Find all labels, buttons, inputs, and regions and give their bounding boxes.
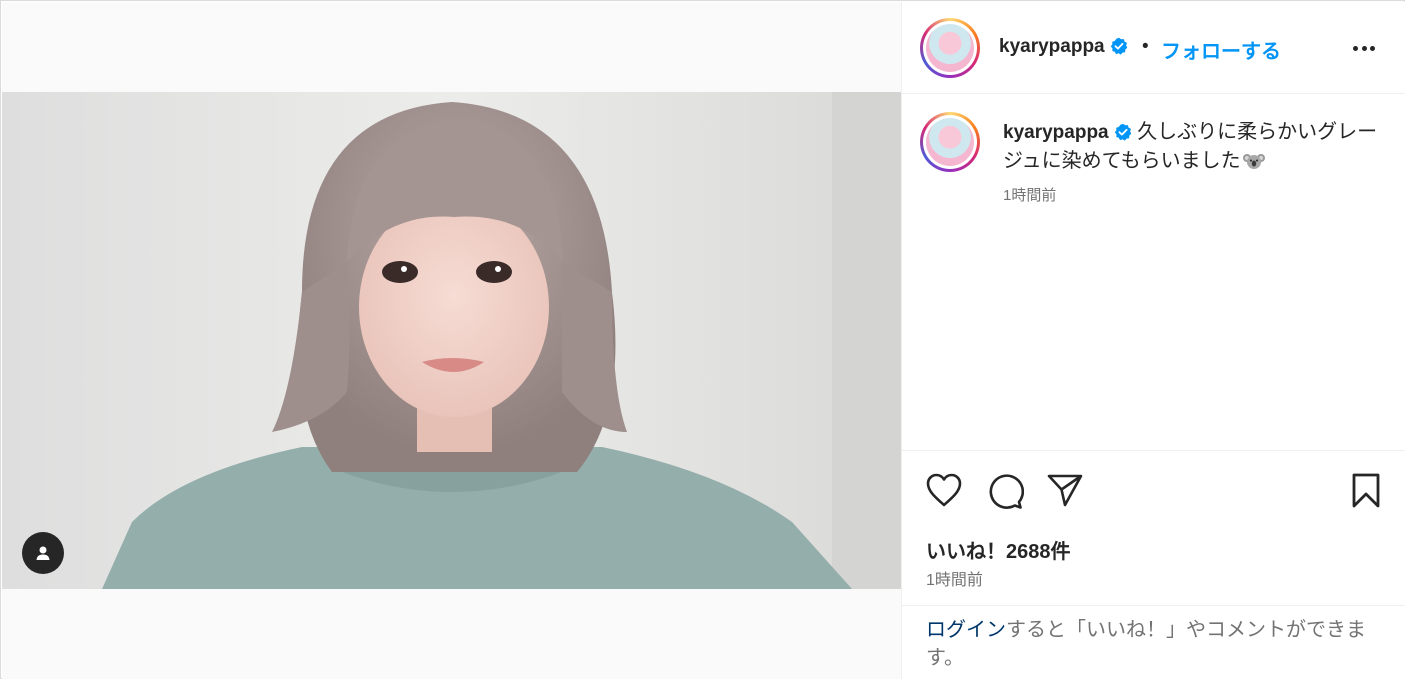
caption-author-avatar[interactable] [920,112,980,172]
post-timestamp[interactable]: 1時間前 [926,566,983,590]
avatar-image [926,24,974,72]
follow-button[interactable]: フォローする [1161,35,1281,64]
author-username-header[interactable]: kyarypappa [999,36,1128,58]
like-count[interactable]: いいね！2688件 [926,535,1071,564]
person-icon [36,546,50,560]
login-prompt: ログインすると「いいね！」やコメントができます。 [926,616,1386,672]
post-header: kyarypappa • フォローする [902,2,1405,94]
selfie-image [2,92,901,589]
post-caption: kyarypappa 久しぶりに柔らかいグレージュに染めてもらいました [1003,118,1393,176]
separator-dot: • [1142,36,1149,57]
share-paper-plane-icon[interactable] [1046,472,1084,508]
tagged-users-button[interactable] [22,532,64,574]
avatar-image [926,118,974,166]
actions-divider [902,450,1405,451]
bookmark-save-icon[interactable] [1350,472,1382,510]
username-text[interactable]: kyarypappa [999,36,1105,57]
verified-badge-icon [1110,37,1127,55]
login-link[interactable]: ログイン [926,619,1006,641]
like-heart-icon[interactable] [925,472,963,508]
koala-icon [1242,154,1265,169]
comment-bubble-icon[interactable] [986,472,1024,510]
caption-timestamp[interactable]: 1時間前 [1003,184,1056,205]
media-panel [2,2,901,679]
caption-username[interactable]: kyarypappa [1003,122,1109,143]
more-options-icon[interactable] [1349,38,1379,58]
verified-badge-icon [1114,123,1131,141]
footer-divider [902,605,1405,606]
post-photo[interactable] [2,92,901,589]
post-sidebar: kyarypappa • フォローする kyarypappa 久しぶりに柔らかい… [901,2,1405,679]
instagram-post-embed: kyarypappa • フォローする kyarypappa 久しぶりに柔らかい… [0,0,1405,679]
author-avatar[interactable] [920,18,980,78]
